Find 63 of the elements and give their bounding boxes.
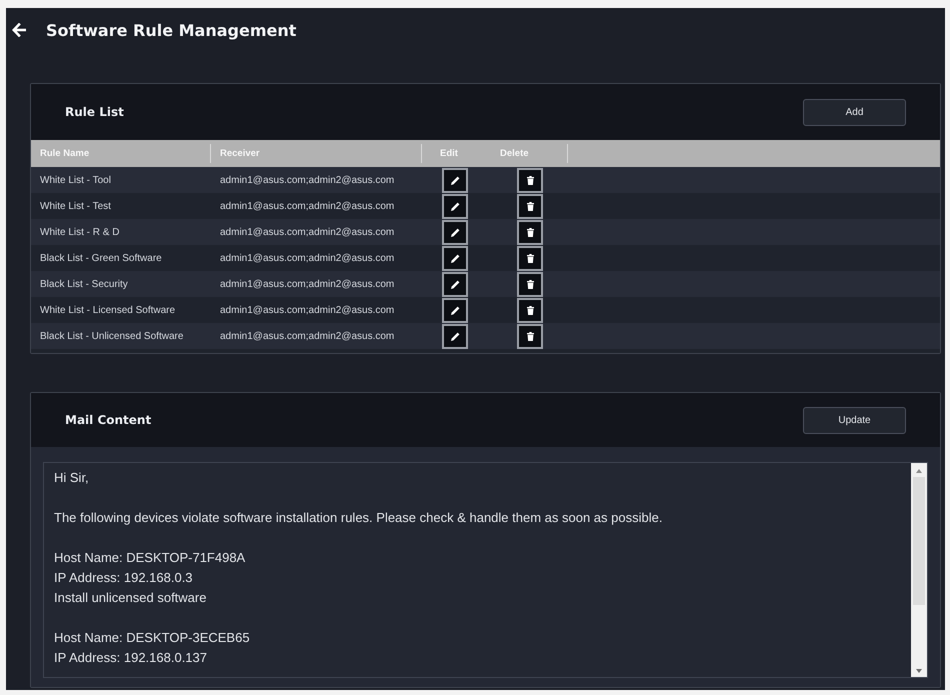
mail-text-line: IP Address: 192.168.0.137 [54, 649, 207, 667]
panel-title: Rule List [65, 105, 124, 119]
trash-icon [526, 306, 534, 314]
column-header: Edit [440, 148, 458, 159]
mail-text-line: Hi Sir, [54, 469, 89, 487]
delete-button[interactable] [517, 194, 543, 218]
table-cell-text: Black List - Green Software [39, 252, 163, 264]
pencil-icon [450, 280, 460, 288]
delete-button[interactable] [517, 246, 543, 270]
trash-icon [526, 228, 534, 236]
update-button[interactable]: Update [803, 406, 906, 434]
pencil-icon [450, 176, 460, 184]
table-cell-text: admin1@asus.com;admin2@asus.com [219, 174, 396, 186]
back-arrow-icon [12, 23, 26, 37]
table-cell-text: White List - Licensed Software [39, 304, 176, 316]
trash-icon [526, 202, 534, 210]
table-cell-text: admin1@asus.com;admin2@asus.com [219, 252, 396, 264]
delete-button[interactable] [517, 168, 543, 192]
table-cell-text: White List - Tool [39, 174, 112, 186]
table-cell-text: admin1@asus.com;admin2@asus.com [219, 304, 396, 316]
column-header: Rule Name [40, 148, 90, 159]
page-title: Software Rule Management [46, 20, 296, 40]
edit-button[interactable] [442, 220, 468, 244]
scroll-down-icon[interactable] [916, 669, 922, 673]
mail-text-line: Install unlicensed software [54, 589, 206, 607]
add-button[interactable]: Add [803, 98, 906, 126]
back-button[interactable] [12, 23, 26, 37]
pencil-icon [450, 332, 460, 340]
table-cell-text: admin1@asus.com;admin2@asus.com [219, 226, 396, 238]
trash-icon [526, 280, 534, 288]
table-cell-text: admin1@asus.com;admin2@asus.com [219, 200, 396, 212]
trash-icon [526, 176, 534, 184]
scrollbar[interactable] [911, 463, 927, 677]
mail-text-line: Host Name: DESKTOP-3ECEB65 [54, 629, 250, 647]
pencil-icon [450, 228, 460, 236]
delete-button[interactable] [517, 272, 543, 296]
edit-button[interactable] [442, 272, 468, 296]
table-cell-text: admin1@asus.com;admin2@asus.com [219, 330, 396, 342]
delete-button[interactable] [517, 220, 543, 244]
mail-text-line: IP Address: 192.168.0.3 [54, 569, 193, 587]
column-header: Receiver [220, 148, 260, 159]
pencil-icon [450, 254, 460, 262]
mail-text-line: Host Name: DESKTOP-71F498A [54, 549, 246, 567]
delete-button[interactable] [517, 324, 543, 348]
scroll-up-icon[interactable] [916, 469, 922, 473]
edit-button[interactable] [442, 168, 468, 192]
pencil-icon [450, 202, 460, 210]
table-cell-text: admin1@asus.com;admin2@asus.com [219, 278, 396, 290]
delete-button[interactable] [517, 298, 543, 322]
mail-text-line: The following devices violate software installation rules. Please check & handle them as soon as possible. [54, 509, 662, 527]
trash-icon [526, 332, 534, 340]
table-cell-text: Black List - Security [39, 278, 129, 290]
trash-icon [526, 254, 534, 262]
table-cell-text: White List - R & D [39, 226, 120, 238]
edit-button[interactable] [442, 298, 468, 322]
table-cell-text: Black List - Unlicensed Software [39, 330, 184, 342]
edit-button[interactable] [442, 194, 468, 218]
pencil-icon [450, 306, 460, 314]
edit-button[interactable] [442, 246, 468, 270]
panel-title: Mail Content [65, 413, 152, 427]
column-header: Delete [500, 148, 529, 159]
table-cell-text: White List - Test [39, 200, 112, 212]
edit-button[interactable] [442, 324, 468, 348]
